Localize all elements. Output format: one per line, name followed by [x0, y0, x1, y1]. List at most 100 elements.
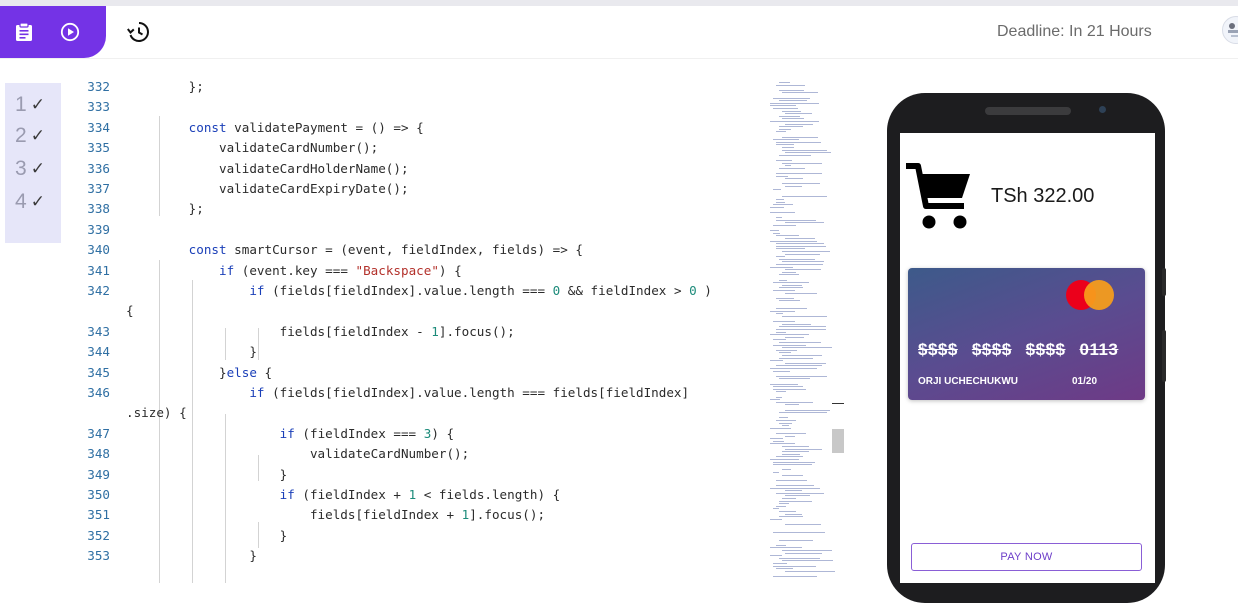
minimap-line	[785, 513, 803, 515]
minimap-line	[779, 154, 811, 156]
check-icon: ✓	[30, 126, 45, 146]
minimap-line	[773, 321, 795, 323]
card-number-group: $$$$	[918, 340, 958, 359]
code-line: {	[126, 303, 134, 319]
minimap-line	[779, 422, 792, 424]
minimap-line	[776, 329, 826, 330]
minimap-line	[785, 165, 792, 167]
check-icon: ✓	[30, 159, 45, 179]
minimap-line	[785, 404, 799, 406]
minimap-line	[776, 173, 823, 174]
code-line: }	[128, 344, 257, 360]
minimap-line	[776, 217, 783, 219]
deadline-label: Deadline: In 21 Hours	[997, 23, 1152, 40]
step-item[interactable]: 3 ✓	[15, 156, 45, 182]
code-editor[interactable]: 332 }; 333 334 const validatePayment = () …	[62, 78, 762, 583]
minimap-line	[779, 287, 804, 289]
minimap-line	[770, 121, 819, 122]
minimap-line	[779, 300, 801, 302]
step-item[interactable]: 4 ✓	[15, 189, 45, 215]
shopping-cart-icon	[904, 160, 972, 232]
play-circle-icon[interactable]	[58, 19, 82, 45]
minimap-line	[782, 196, 827, 198]
minimap-line	[776, 456, 804, 458]
minimap-line	[782, 453, 800, 455]
minimap-line	[782, 355, 823, 356]
steps-panel: 1 ✓ 2 ✓ 3 ✓ 4 ✓	[5, 83, 61, 243]
minimap-line	[779, 503, 790, 505]
minimap-line	[770, 547, 802, 549]
mastercard-logo-orange	[1084, 280, 1114, 310]
minimap-line	[776, 568, 794, 570]
minimap-line	[779, 126, 804, 128]
minimap-line	[776, 433, 807, 434]
pay-now-button[interactable]: PAY NOW	[911, 543, 1142, 571]
scroll-position-marker	[832, 403, 844, 404]
code-line: }	[128, 527, 288, 543]
minimap-line	[773, 204, 793, 206]
step-number: 1	[15, 93, 27, 116]
minimap-line	[776, 160, 792, 161]
minimap-line	[770, 230, 780, 232]
minimap-line	[779, 352, 791, 354]
code-line: if (fieldIndex === 3) {	[279, 425, 455, 441]
minimap-line	[770, 310, 795, 312]
minimap-line	[779, 100, 808, 102]
history-icon[interactable]	[126, 20, 150, 44]
minimap-line	[782, 136, 818, 138]
minimap-line	[773, 440, 785, 442]
clipboard-icon[interactable]	[12, 19, 36, 45]
minimap-line	[773, 282, 810, 284]
line-number: 344	[87, 344, 110, 360]
minimap-line	[773, 386, 803, 388]
minimap-line	[779, 417, 788, 419]
minimap-line	[776, 297, 794, 299]
line-number: 334	[87, 119, 110, 135]
minimap-line	[776, 175, 788, 177]
minimap-line	[776, 141, 821, 143]
code-line: }	[128, 466, 288, 482]
minimap-line	[770, 240, 818, 242]
toolbar-divider	[0, 58, 1238, 59]
minimap-line	[770, 206, 784, 208]
minimap-line	[773, 472, 779, 473]
check-icon: ✓	[30, 95, 45, 115]
minimap-line	[776, 375, 827, 377]
minimap-line	[770, 360, 783, 362]
minimap-line	[779, 557, 820, 559]
phone-speaker	[985, 107, 1071, 115]
minimap-line	[779, 279, 787, 281]
minimap-line	[773, 188, 781, 190]
minimap-line	[782, 323, 811, 325]
scrollbar-thumb[interactable]	[832, 429, 844, 453]
code-line: fields[fieldIndex - 1].focus();	[128, 323, 515, 339]
minimap-line	[773, 370, 791, 372]
card-expiry: 01/20	[1072, 376, 1098, 387]
step-number: 2	[15, 124, 27, 147]
mode-switcher	[0, 6, 106, 58]
code-line: if (fields[fieldIndex].value.length === …	[249, 385, 690, 400]
minimap-line	[782, 316, 828, 317]
check-icon: ✓	[30, 192, 45, 212]
minimap-line	[782, 271, 796, 273]
phone-side-button	[1162, 330, 1166, 382]
minimap-line	[776, 235, 800, 237]
code-line: validateCardHolderName();	[128, 160, 409, 176]
minimap-line	[773, 139, 800, 141]
minimap-line	[776, 479, 808, 481]
minimap-line	[773, 464, 813, 466]
minimap-line	[770, 459, 799, 460]
minimap-line	[773, 508, 780, 510]
step-item[interactable]: 2 ✓	[15, 123, 45, 149]
minimap-line	[782, 110, 801, 112]
code-minimap[interactable]	[762, 78, 844, 583]
minimap-line	[779, 82, 791, 83]
minimap-line	[773, 225, 796, 226]
minimap-line	[785, 524, 822, 525]
line-number: 335	[87, 140, 110, 156]
minimap-line	[773, 232, 781, 234]
minimap-line	[779, 258, 815, 260]
card-number: $$$$ $$$$ $$$$ 0113	[918, 340, 1118, 360]
step-item[interactable]: 1 ✓	[15, 92, 45, 118]
minimap-line	[776, 505, 787, 507]
